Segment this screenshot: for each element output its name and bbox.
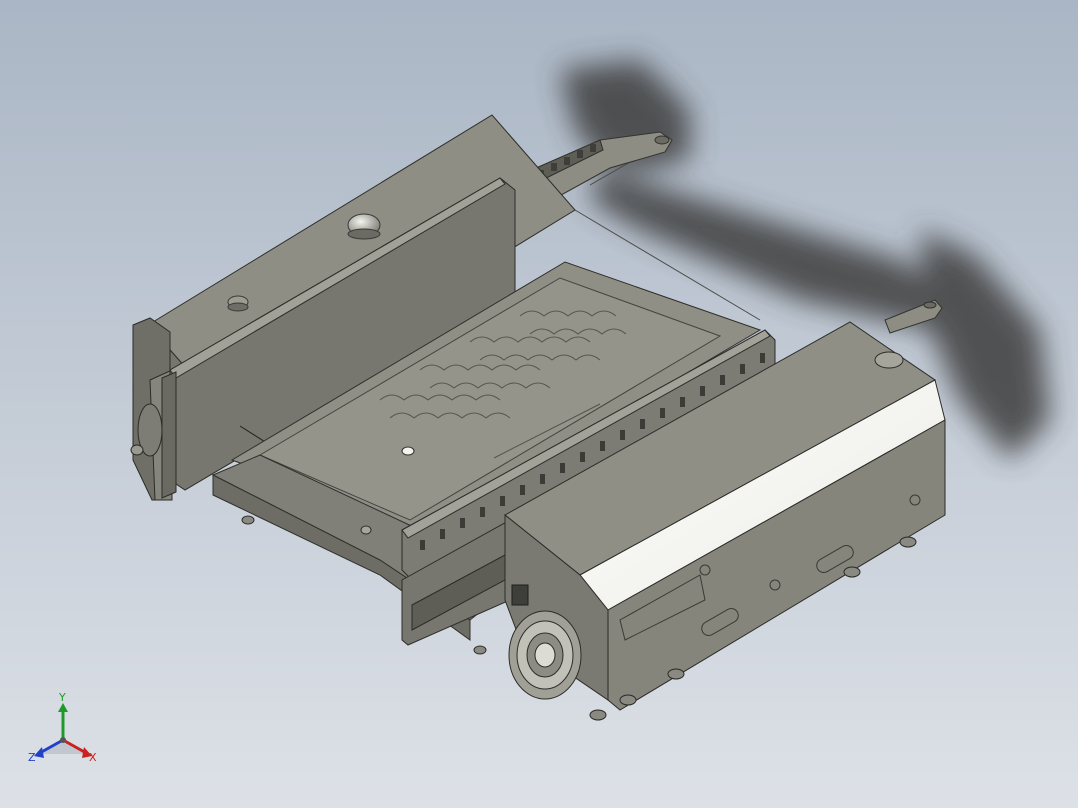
view-orientation-triad[interactable]: Y Z X (22, 692, 112, 772)
axis-y-label: Y (59, 691, 66, 704)
graphics-viewport[interactable]: Y Z X (0, 0, 1078, 808)
cad-model-view[interactable] (0, 0, 1078, 808)
axis-z-label: Z (28, 751, 36, 764)
axis-x-label: X (89, 751, 97, 764)
